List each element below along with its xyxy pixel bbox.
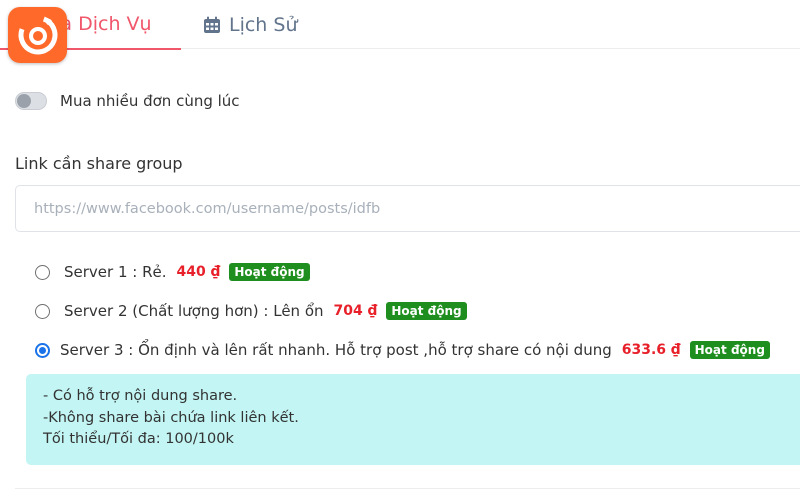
info-line: - Có hỗ trợ nội dung share. (43, 388, 238, 404)
server-3-price: 633.6 ₫ (621, 342, 681, 358)
divider (15, 488, 800, 489)
server-option-3[interactable]: Server 3 : Ổn định và lên rất nhanh. Hỗ … (35, 341, 770, 359)
link-input[interactable] (15, 185, 800, 232)
app-logo-icon (8, 7, 67, 63)
server-3-radio[interactable] (35, 342, 50, 358)
calendar-icon (203, 16, 221, 34)
tab-bar: Mua Dịch Vụ Lịch Sử (0, 0, 800, 50)
server-1-status-badge: Hoạt động (229, 263, 310, 281)
server-1-price: 440 ₫ (176, 264, 221, 280)
link-field-label: Link cần share group (15, 154, 183, 173)
info-line: -Không share bài chứa link liên kết. (43, 409, 299, 426)
info-line: Tối thiểu/Tối đa: 100/100k (43, 431, 234, 447)
server-option-1[interactable]: Server 1 : Rẻ. 440 ₫ Hoạt động (35, 263, 310, 281)
server-option-2[interactable]: Server 2 (Chất lượng hơn) : Lên ổn 704 ₫… (35, 302, 467, 320)
multi-order-row: Mua nhiều đơn cùng lúc (15, 92, 240, 110)
multi-order-label: Mua nhiều đơn cùng lúc (60, 92, 240, 110)
server-3-status-badge: Hoạt động (689, 341, 770, 359)
tab-history[interactable]: Lịch Sử (203, 0, 298, 49)
server-2-price: 704 ₫ (333, 303, 378, 319)
multi-order-toggle[interactable] (15, 92, 47, 110)
server-2-radio[interactable] (35, 303, 50, 319)
toggle-knob (17, 94, 31, 108)
server-1-radio[interactable] (35, 264, 50, 280)
server-info-box: - Có hỗ trợ nội dung share. -Không share… (26, 374, 800, 465)
server-1-name: Server 1 : Rẻ. (64, 263, 167, 281)
server-3-name: Server 3 : Ổn định và lên rất nhanh. Hỗ … (60, 341, 612, 359)
server-2-name: Server 2 (Chất lượng hơn) : Lên ổn (64, 302, 324, 320)
server-2-status-badge: Hoạt động (386, 302, 467, 320)
tab-history-label: Lịch Sử (229, 13, 298, 36)
